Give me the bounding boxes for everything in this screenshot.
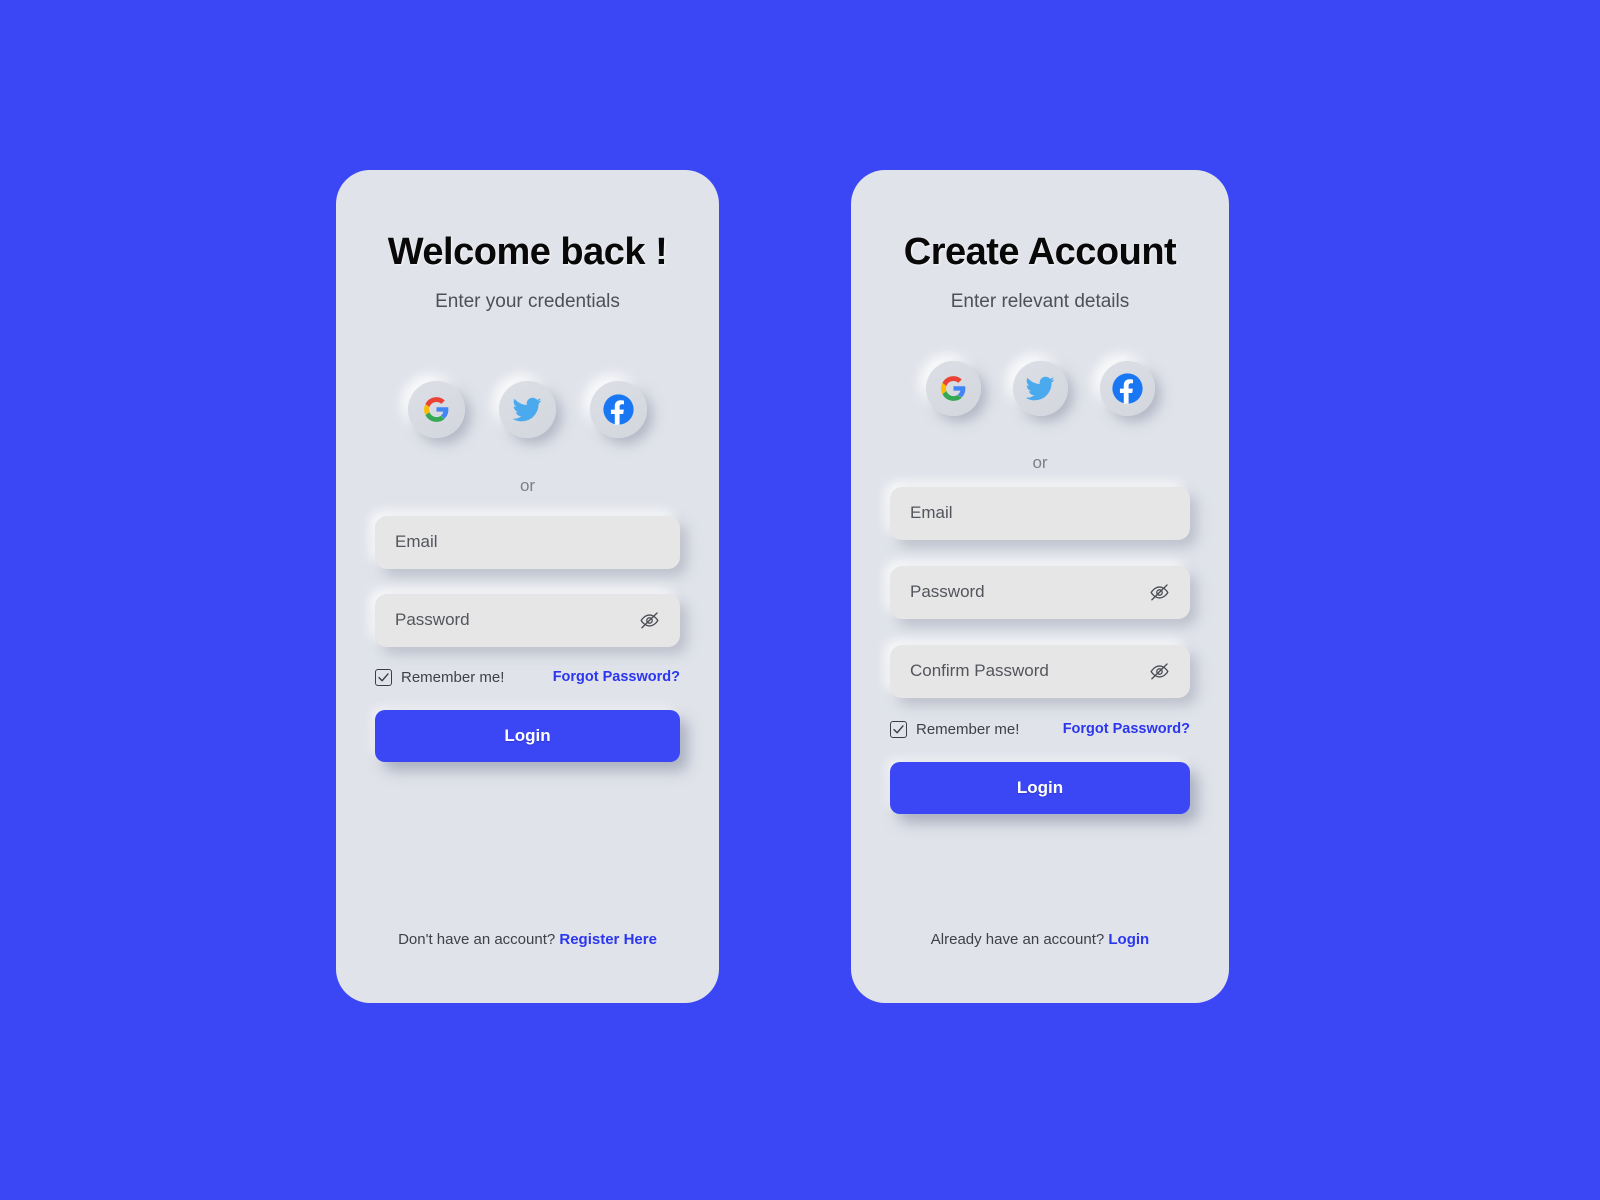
password-field-placeholder: Password [910, 582, 985, 602]
password-field[interactable]: Password [890, 565, 1190, 619]
page-subtitle: Enter relevant details [950, 290, 1130, 312]
twitter-icon [1025, 374, 1055, 403]
email-field-placeholder: Email [395, 532, 438, 552]
register-submit-button[interactable]: Login [890, 761, 1190, 814]
remember-me-label: Remember me! [401, 668, 505, 686]
register-card: Create Account Enter relevant details or… [851, 170, 1229, 1003]
login-card-footer: Don't have an account? Register Here [336, 931, 719, 948]
facebook-icon [1111, 372, 1144, 405]
page-title: Welcome back ! [387, 231, 668, 273]
remember-me-label: Remember me! [916, 720, 1020, 738]
footer-text: Don't have an account? [398, 931, 560, 948]
footer-text: Already have an account? [930, 931, 1109, 948]
eye-off-icon[interactable] [1148, 581, 1170, 603]
register-card-header: Create Account Enter relevant details [851, 170, 1229, 313]
divider-label: or [519, 475, 536, 495]
remember-me-checkbox[interactable]: Remember me! [375, 668, 505, 686]
login-card-header: Welcome back ! Enter your credentials [336, 170, 719, 313]
screen: Welcome back ! Enter your credentials or… [0, 0, 1600, 1200]
checkbox-box [375, 668, 392, 686]
check-icon [893, 725, 904, 734]
check-icon [378, 673, 389, 682]
facebook-icon [602, 393, 635, 426]
login-options-row: Remember me! Forgot Password? [336, 668, 719, 686]
password-field[interactable]: Password [375, 593, 680, 647]
register-fields: Email Password Confirm Password [851, 486, 1229, 698]
email-field-placeholder: Email [910, 503, 953, 523]
divider-label: or [1032, 452, 1048, 472]
eye-off-icon[interactable] [1148, 660, 1170, 682]
register-card-footer: Already have an account? Login [851, 931, 1229, 948]
twitter-signin-button[interactable] [499, 380, 556, 438]
twitter-signin-button[interactable] [1012, 360, 1068, 416]
email-field[interactable]: Email [890, 486, 1190, 540]
social-login-row [851, 360, 1229, 416]
register-here-link[interactable]: Register Here [559, 931, 657, 948]
google-signin-button[interactable] [925, 360, 981, 416]
checkbox-box [890, 720, 907, 738]
facebook-signin-button[interactable] [590, 380, 647, 438]
google-icon [940, 375, 967, 402]
page-subtitle: Enter your credentials [435, 290, 620, 312]
register-options-row: Remember me! Forgot Password? [851, 720, 1229, 738]
remember-me-checkbox[interactable]: Remember me! [890, 720, 1020, 738]
facebook-signin-button[interactable] [1099, 360, 1155, 416]
email-field[interactable]: Email [375, 515, 680, 569]
forgot-password-link[interactable]: Forgot Password? [553, 669, 680, 685]
forgot-password-link[interactable]: Forgot Password? [1063, 721, 1190, 737]
login-card: Welcome back ! Enter your credentials or… [336, 170, 719, 1003]
confirm-password-field-placeholder: Confirm Password [910, 661, 1049, 681]
page-title: Create Account [903, 231, 1177, 273]
google-signin-button[interactable] [408, 380, 465, 438]
twitter-icon [513, 395, 542, 424]
google-icon [423, 396, 450, 423]
password-field-placeholder: Password [395, 610, 470, 630]
eye-off-icon[interactable] [638, 609, 660, 631]
confirm-password-field[interactable]: Confirm Password [890, 644, 1190, 698]
login-fields: Email Password [336, 515, 719, 647]
login-button[interactable]: Login [375, 709, 680, 762]
login-link[interactable]: Login [1108, 931, 1149, 948]
social-login-row [336, 380, 719, 438]
